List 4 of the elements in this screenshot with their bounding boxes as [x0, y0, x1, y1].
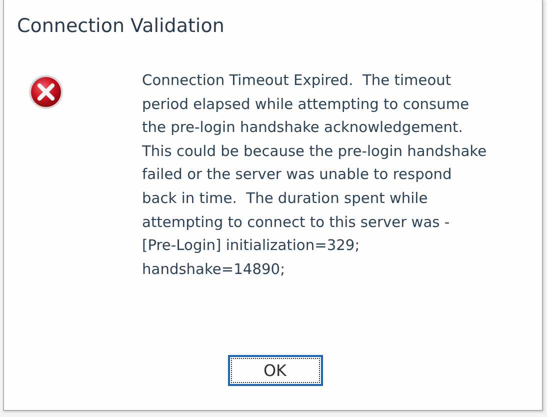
- ok-button[interactable]: OK: [228, 355, 322, 386]
- error-message: Connection Timeout Expired. The timeout period elapsed while attempting to consume the pre-login handshake acknowledgement. This could be because the pre-login handshake failed or the server was unable to respond back in time. The duration spent while attempting to connect to this server was - [Pre-Login] initialization=329; handshake=14890;: [142, 71, 488, 280]
- dialog-title: Connection Validation: [16, 14, 224, 39]
- error-icon: [28, 74, 64, 110]
